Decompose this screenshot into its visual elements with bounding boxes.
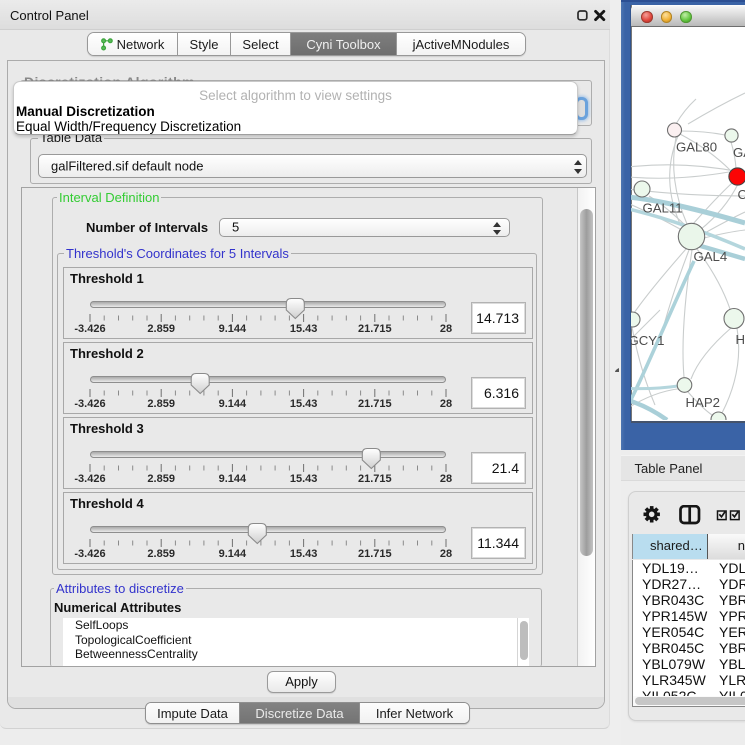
svg-text:H: H: [736, 332, 745, 347]
svg-text:GA: GA: [733, 145, 745, 160]
svg-text:GAL80: GAL80: [676, 140, 717, 155]
svg-text:GAL4: GAL4: [694, 249, 728, 264]
svg-text:GAL11: GAL11: [643, 201, 683, 216]
svg-text:HAP2: HAP2: [686, 395, 720, 410]
svg-text:GCY1: GCY1: [631, 333, 664, 348]
svg-text:C: C: [738, 187, 745, 202]
